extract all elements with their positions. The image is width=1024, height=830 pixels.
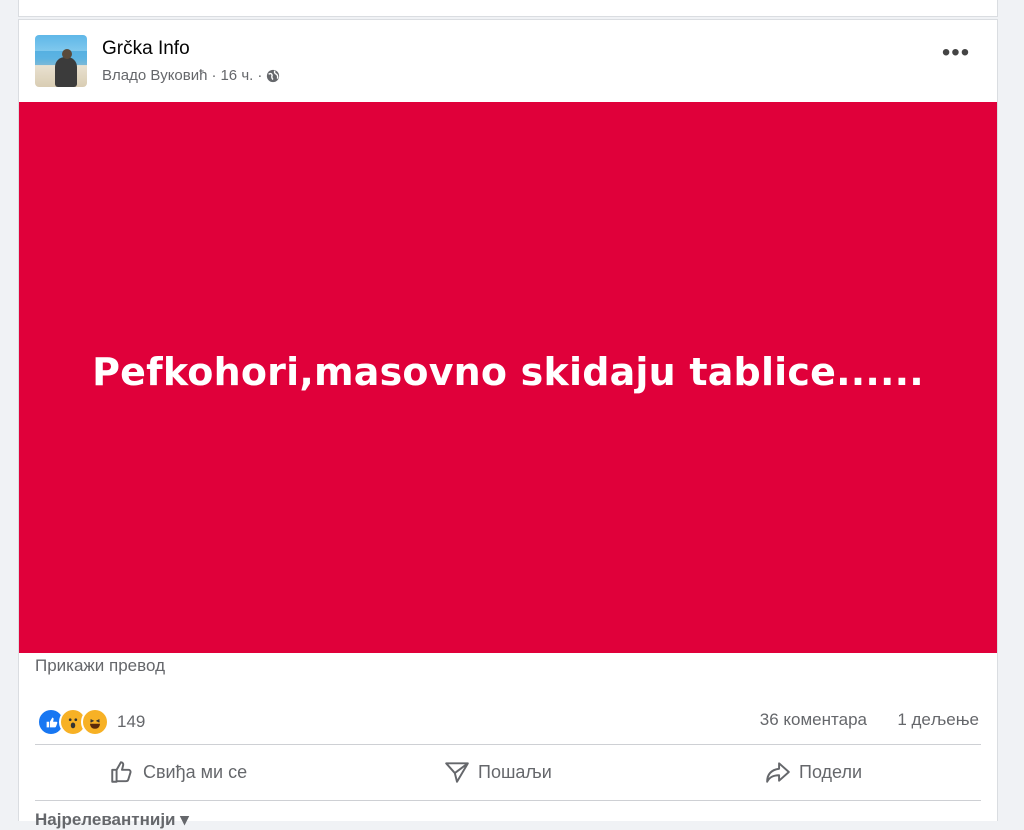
haha-reaction-icon bbox=[81, 708, 109, 736]
show-translation-link[interactable]: Прикажи превод bbox=[35, 656, 165, 676]
share-icon bbox=[766, 762, 790, 783]
send-button-label: Пошаљи bbox=[478, 761, 552, 782]
page-name[interactable]: Grčka Info bbox=[102, 38, 190, 60]
more-options-icon[interactable]: ••• bbox=[941, 41, 971, 68]
like-icon bbox=[111, 761, 132, 783]
share-button[interactable]: Подели bbox=[765, 756, 862, 788]
page-avatar[interactable] bbox=[35, 35, 87, 87]
post-text: Pefkohori,masovno skidaju tablice...... bbox=[92, 349, 924, 394]
meta-separator: · bbox=[211, 67, 217, 84]
post-time[interactable]: 16 ч. bbox=[220, 67, 253, 84]
like-button-label: Свиђа ми се bbox=[143, 761, 248, 782]
meta-separator-2: · bbox=[257, 67, 263, 84]
send-icon bbox=[445, 762, 469, 783]
comments-count[interactable]: 36 коментара bbox=[760, 710, 867, 730]
send-button[interactable]: Пошаљи bbox=[444, 756, 552, 788]
like-button[interactable]: Свиђа ми се bbox=[109, 756, 247, 788]
post-text-background[interactable]: Pefkohori,masovno skidaju tablice...... bbox=[19, 102, 997, 653]
author-name[interactable]: Владо Вуковић bbox=[102, 67, 207, 84]
globe-icon bbox=[266, 69, 280, 83]
comment-sort-dropdown[interactable]: Најрелевантнији ▾ bbox=[35, 810, 189, 830]
divider bbox=[35, 744, 981, 745]
divider bbox=[35, 800, 981, 801]
share-button-label: Подели bbox=[799, 761, 863, 782]
previous-post-card bbox=[18, 0, 998, 17]
post-card: Grčka Info Владо Вуковић · 16 ч. · ••• P… bbox=[18, 19, 998, 829]
shares-count[interactable]: 1 дељење bbox=[897, 710, 979, 730]
post-meta: Владо Вуковић · 16 ч. · bbox=[102, 67, 280, 84]
reaction-count: 149 bbox=[117, 712, 146, 731]
reactions-summary[interactable]: 149 bbox=[37, 708, 145, 736]
